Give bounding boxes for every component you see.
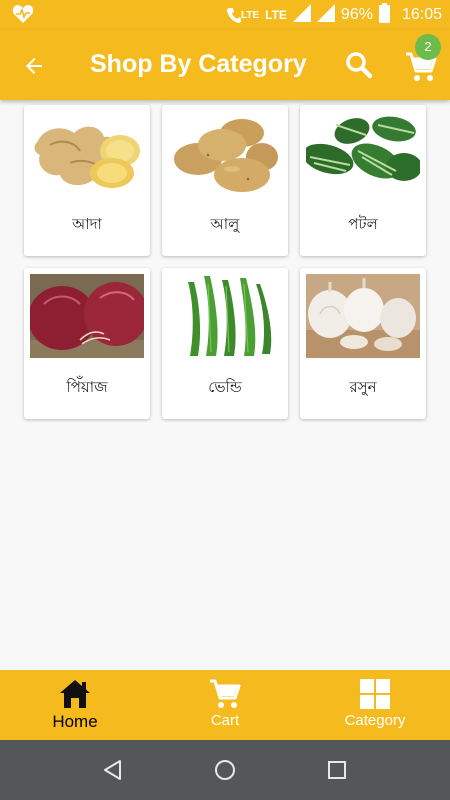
lte-label-2: LTE bbox=[265, 8, 287, 22]
pointed-gourd-image bbox=[306, 111, 420, 195]
nav-cart-label: Cart bbox=[210, 712, 240, 729]
category-card-okra[interactable]: ভেন্ডি bbox=[162, 268, 288, 419]
back-triangle-icon[interactable] bbox=[101, 758, 125, 782]
signal-icon bbox=[292, 3, 311, 27]
ginger-image bbox=[30, 111, 144, 195]
nav-category[interactable]: Category bbox=[300, 670, 450, 740]
back-button[interactable] bbox=[18, 50, 50, 82]
cart-count-badge: 2 bbox=[415, 34, 441, 60]
call-lte-icon: LTE bbox=[226, 6, 260, 24]
nav-category-label: Category bbox=[344, 712, 406, 729]
grid-icon bbox=[360, 679, 390, 709]
battery-percent: 96% bbox=[340, 6, 373, 23]
okra-image bbox=[168, 274, 282, 358]
page-title: Shop By Category bbox=[90, 50, 307, 78]
category-card-potato[interactable]: আলু bbox=[162, 105, 288, 256]
recents-square-icon[interactable] bbox=[325, 758, 349, 782]
nav-home[interactable]: Home bbox=[0, 670, 150, 740]
category-label: রসুন bbox=[349, 378, 377, 396]
nav-home-label: Home bbox=[52, 712, 98, 731]
shopping-cart-icon bbox=[210, 679, 241, 708]
category-label: আলু bbox=[210, 215, 240, 233]
system-navigation-bar bbox=[0, 740, 450, 800]
category-label: পিঁয়াজ bbox=[66, 378, 108, 396]
signal-icon-2 bbox=[316, 3, 335, 27]
onion-image bbox=[30, 274, 144, 358]
arrow-left-icon bbox=[26, 58, 42, 74]
category-label: পটল bbox=[348, 215, 378, 233]
category-label: ভেন্ডি bbox=[208, 378, 242, 396]
category-card-onion[interactable]: পিঁয়াজ bbox=[24, 268, 150, 419]
app-bar: Shop By Category bbox=[0, 30, 450, 100]
home-circle-icon[interactable] bbox=[213, 758, 237, 782]
bottom-navigation: Home Cart Category bbox=[0, 670, 450, 740]
category-card-ginger[interactable]: আদা bbox=[24, 105, 150, 256]
category-card-pointed-gourd[interactable]: পটল bbox=[300, 105, 426, 256]
status-bar: LTE LTE 96% 16:05 bbox=[0, 0, 450, 30]
garlic-image bbox=[306, 274, 420, 358]
category-label: আদা bbox=[72, 215, 102, 233]
lte-label: LTE bbox=[240, 9, 260, 21]
potato-image bbox=[168, 111, 282, 195]
heart-app-icon bbox=[12, 4, 34, 28]
search-icon bbox=[346, 52, 373, 79]
search-button[interactable] bbox=[344, 50, 376, 82]
category-card-garlic[interactable]: রসুন bbox=[300, 268, 426, 419]
home-icon bbox=[60, 680, 90, 708]
battery-icon bbox=[378, 2, 390, 28]
clock: 16:05 bbox=[401, 6, 442, 23]
nav-cart[interactable]: Cart bbox=[150, 670, 300, 740]
